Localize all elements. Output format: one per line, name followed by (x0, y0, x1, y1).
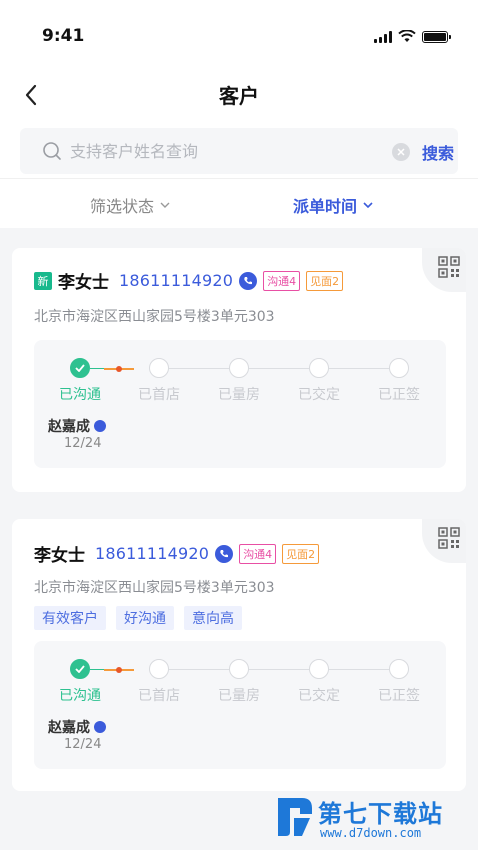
search-icon (43, 142, 61, 160)
progress-panel: 已沟通 已首店 已量房 已交定 已正签 赵嘉成 12/24 (34, 340, 446, 468)
step-label: 已量房 (218, 387, 260, 403)
progress-marker (116, 667, 122, 673)
card-header: 新 李女士 18611114920 沟通4 见面2 (34, 268, 344, 293)
step-label: 已沟通 (59, 387, 101, 403)
filter-status-label: 筛选状态 (90, 197, 155, 216)
step-label: 已首店 (138, 387, 180, 403)
step-signed: 已正签 (369, 358, 429, 404)
step-deposit: 已交定 (289, 659, 349, 705)
customer-name: 李女士 (58, 273, 109, 293)
step-first-store: 已首店 (129, 358, 189, 404)
search-input[interactable] (70, 128, 370, 174)
agent: 赵嘉成 (48, 416, 106, 436)
label-high-intent: 意向高 (184, 606, 242, 630)
signal-icon (374, 30, 392, 43)
customer-phone[interactable]: 18611114920 (95, 544, 209, 563)
customer-name: 李女士 (34, 546, 85, 566)
customer-card[interactable]: 新 李女士 18611114920 沟通4 见面2 北京市海淀区西山家园5号楼3… (12, 248, 466, 492)
agent: 赵嘉成 (48, 717, 106, 737)
watermark-url: www.d7down.com (320, 826, 422, 840)
step-dot (389, 659, 409, 679)
new-badge: 新 (34, 271, 52, 290)
customer-phone[interactable]: 18611114920 (119, 271, 233, 290)
step-measured: 已量房 (209, 659, 269, 705)
search-box: 搜索 (20, 128, 458, 174)
step-label: 已量房 (218, 688, 260, 704)
agent-phone-icon[interactable] (94, 721, 106, 733)
chevron-down-icon (363, 202, 373, 208)
filter-dispatch-time[interactable]: 派单时间 (293, 193, 373, 217)
watermark-logo-icon (278, 798, 312, 836)
meet-tag: 见面2 (306, 270, 344, 291)
card-header: 李女士 18611114920 沟通4 见面2 (34, 541, 320, 566)
status-icons (374, 30, 451, 43)
step-label: 已正签 (378, 387, 420, 403)
agent-phone-icon[interactable] (94, 420, 106, 432)
step-communicated: 已沟通 (50, 358, 110, 404)
step-label: 已首店 (138, 688, 180, 704)
battery-icon (422, 30, 451, 43)
chevron-down-icon (160, 202, 170, 208)
customer-card[interactable]: 李女士 18611114920 沟通4 见面2 北京市海淀区西山家园5号楼3单元… (12, 519, 466, 791)
step-deposit: 已交定 (289, 358, 349, 404)
qr-code-icon (438, 527, 460, 549)
phone-icon[interactable] (239, 271, 258, 290)
step-label: 已交定 (298, 387, 340, 403)
customer-address: 北京市海淀区西山家园5号楼3单元303 (34, 309, 275, 325)
agent-date: 12/24 (64, 436, 102, 451)
step-dot (309, 659, 329, 679)
status-bar: 9:41 (0, 0, 478, 70)
step-dot (229, 358, 249, 378)
agent-name: 赵嘉成 (48, 419, 90, 435)
progress-panel: 已沟通 已首店 已量房 已交定 已正签 赵嘉成 12/24 (34, 641, 446, 769)
watermark: 第七下载站 www.d7down.com (274, 794, 470, 844)
qr-button[interactable] (422, 248, 466, 292)
step-label: 已交定 (298, 688, 340, 704)
search-section: 搜索 (0, 120, 478, 178)
step-measured: 已量房 (209, 358, 269, 404)
step-dot (149, 358, 169, 378)
filter-bar: 筛选状态 派单时间 (0, 178, 478, 228)
step-label: 已正签 (378, 688, 420, 704)
meet-tag: 见面2 (282, 543, 320, 564)
clear-icon[interactable] (392, 143, 410, 161)
customer-address: 北京市海淀区西山家园5号楼3单元303 (34, 580, 275, 596)
qr-button[interactable] (422, 519, 466, 563)
qr-code-icon (438, 256, 460, 278)
communicate-tag: 沟通4 (263, 270, 301, 291)
watermark-title: 第七下载站 (318, 800, 443, 828)
nav-bar: 客户 (0, 70, 478, 120)
progress-marker (116, 366, 122, 372)
step-first-store: 已首店 (129, 659, 189, 705)
communicate-tag: 沟通4 (239, 543, 277, 564)
step-signed: 已正签 (369, 659, 429, 705)
wifi-icon (398, 30, 416, 42)
step-communicated: 已沟通 (50, 659, 110, 705)
filter-dispatch-label: 派单时间 (293, 197, 358, 216)
agent-name: 赵嘉成 (48, 720, 90, 736)
step-dot (149, 659, 169, 679)
label-easy-communication: 好沟通 (116, 606, 174, 630)
label-valid-customer: 有效客户 (34, 606, 106, 630)
status-time: 9:41 (42, 26, 85, 46)
step-dot (229, 659, 249, 679)
search-button[interactable]: 搜索 (422, 140, 454, 164)
page-title: 客户 (219, 84, 259, 108)
phone-icon[interactable] (215, 544, 234, 563)
check-icon (70, 358, 90, 378)
step-dot (389, 358, 409, 378)
step-dot (309, 358, 329, 378)
step-label: 已沟通 (59, 688, 101, 704)
filter-status[interactable]: 筛选状态 (90, 193, 170, 217)
check-icon (70, 659, 90, 679)
agent-date: 12/24 (64, 737, 102, 752)
customer-labels: 有效客户 好沟通 意向高 (34, 606, 242, 630)
